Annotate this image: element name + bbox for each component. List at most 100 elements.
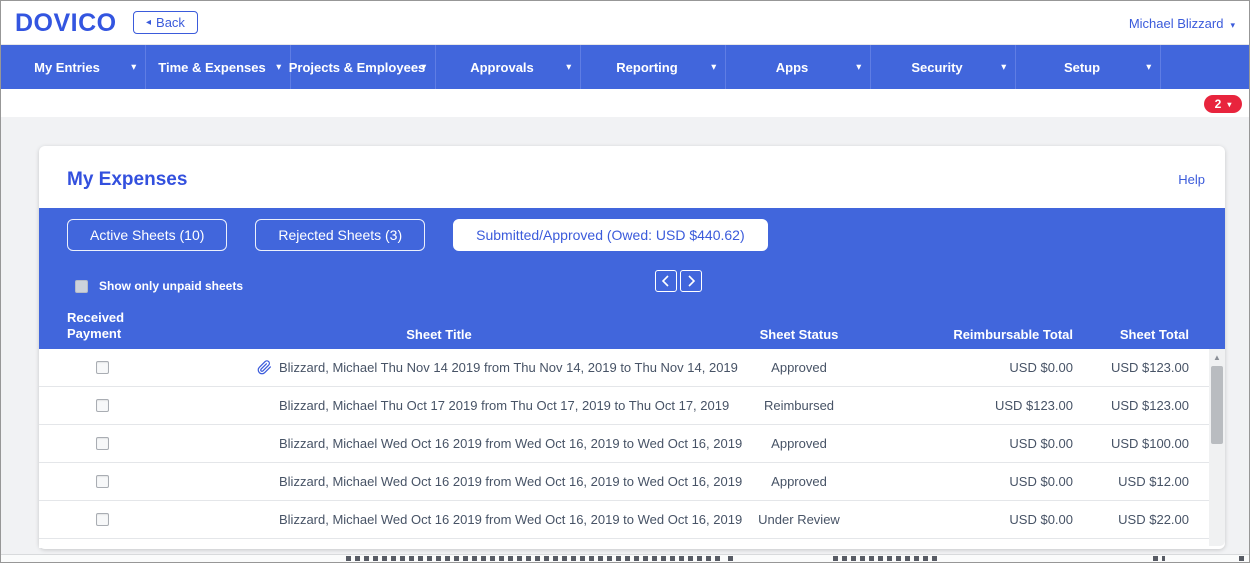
page-title: My Expenses [67,169,188,190]
nav-item[interactable]: Security ▾ [871,45,1016,89]
sheet-title-cell: Blizzard, Michael Wed Oct 16 2019 from W… [189,474,742,490]
sheet-total: USD $100.00 [1110,436,1189,451]
sheet-total: USD $12.00 [1118,474,1189,489]
sub-header-strip [1,89,1249,117]
show-only-unpaid-label: Show only unpaid sheets [99,279,244,293]
table-row[interactable]: Blizzard, Michael Wed Oct 16 2019 from W… [39,425,1209,463]
nav-item-label: Projects & Employees [288,59,426,75]
cutoff-text-fragment [346,556,721,561]
paperclip-icon [257,360,273,376]
notification-count: 2 [1214,97,1222,111]
show-only-unpaid-checkbox[interactable] [75,279,88,293]
sheet-title-cell: Blizzard, Michael Wed Oct 16 2019 from W… [189,512,742,528]
unpaid-filter[interactable]: Show only unpaid sheets [75,279,243,293]
reimbursable-total: USD $0.00 [1009,512,1073,527]
nav-item[interactable]: Reporting ▾ [581,45,726,89]
help-link[interactable]: Help [1178,172,1205,187]
card-header: My Expenses Help [39,146,1225,208]
sheet-status: Approved [771,474,827,489]
chevron-down-icon: ▾ [131,61,136,72]
sheet-total: USD $123.00 [1110,360,1189,375]
chevron-down-icon: ▾ [276,61,281,72]
sheet-title-cell: Blizzard, Michael Thu Oct 17 2019 from T… [189,398,729,414]
nav-item[interactable]: Time & Expenses ▾ [146,45,291,89]
chevron-down-icon: ▾ [1146,61,1151,72]
received-payment-checkbox[interactable] [96,399,109,412]
nav-item-label: Reporting [616,59,678,75]
nav-item-label: Time & Expenses [158,59,266,75]
received-payment-cell [39,399,189,412]
back-button[interactable]: ◂ Back [133,11,198,34]
chevron-right-icon [688,275,696,287]
table-row[interactable]: Blizzard, Michael Wed Oct 16 2019 from W… [39,501,1209,539]
chevron-left-icon [661,275,669,287]
partial-row [39,539,1209,548]
received-payment-checkbox[interactable] [96,361,109,374]
user-menu[interactable]: Michael Blizzard ▾ [1129,16,1235,31]
scrollbar-thumb[interactable] [1211,366,1223,444]
nav-item-label: Security [911,59,963,75]
received-payment-checkbox[interactable] [96,513,109,526]
sheet-total: USD $123.00 [1110,398,1189,413]
sheet-title-cell: Blizzard, Michael Thu Nov 14 2019 from T… [189,360,738,376]
sheet-status: Approved [771,436,827,451]
nav-item-label: Setup [1063,59,1101,75]
sheet-title-cell: Blizzard, Michael Wed Oct 16 2019 from W… [189,436,742,452]
sheet-title[interactable]: Blizzard, Michael Wed Oct 16 2019 from W… [279,512,742,527]
nav-item[interactable]: My Entries ▾ [1,45,146,89]
chevron-down-icon: ▾ [1001,61,1006,72]
nav-item[interactable]: Approvals ▾ [436,45,581,89]
received-payment-cell [39,513,189,526]
reimbursable-total: USD $123.00 [994,398,1073,413]
cutoff-text-fragment [1153,556,1165,561]
sheet-status: Reimbursed [763,398,835,413]
column-received-payment: Received Payment [67,309,125,341]
user-name: Michael Blizzard [1128,16,1224,31]
table-scrollbar[interactable]: ▲ [1209,349,1225,546]
table-row[interactable]: Blizzard, Michael Thu Nov 14 2019 from T… [39,349,1209,387]
my-expenses-card: My Expenses Help Active Sheets (10) Reje… [39,146,1225,549]
chevron-down-icon: ▾ [1227,100,1232,109]
sheet-tab-label: Rejected Sheets (3) [278,227,403,243]
cutoff-text-fragment [728,556,736,561]
chevron-down-icon: ▾ [421,61,426,72]
chevron-down-icon: ▾ [566,61,571,72]
sheets-panel: Active Sheets (10) Rejected Sheets (3) S… [39,208,1225,349]
received-payment-checkbox[interactable] [96,475,109,488]
cutoff-text-fragment [833,556,941,561]
nav-item-label: Approvals [470,59,534,75]
sheet-title[interactable]: Blizzard, Michael Thu Oct 17 2019 from T… [279,398,729,413]
received-payment-cell [39,475,189,488]
sheet-tab[interactable]: Rejected Sheets (3) [255,219,426,251]
received-payment-checkbox[interactable] [96,437,109,450]
sheet-title[interactable]: Blizzard, Michael Wed Oct 16 2019 from W… [279,474,742,489]
next-page-button[interactable] [680,270,702,292]
sheet-status: Under Review [758,512,840,527]
table-header: Received Payment Sheet Title Sheet Statu… [39,306,1209,349]
main-navigation: My Entries ▾ Time & Expenses ▾ Projects … [1,45,1249,89]
chevron-down-icon: ▾ [1230,20,1235,30]
sheet-status: Approved [771,360,827,375]
sheet-tab[interactable]: Active Sheets (10) [67,219,228,251]
sheet-tab[interactable]: Submitted/Approved (Owed: USD $440.62) [453,219,768,251]
reimbursable-total: USD $0.00 [1009,360,1073,375]
sheet-title[interactable]: Blizzard, Michael Wed Oct 16 2019 from W… [279,436,742,451]
sheet-table-body: Blizzard, Michael Thu Nov 14 2019 from T… [39,349,1209,548]
sheet-tab-label: Submitted/Approved (Owed: USD $440.62) [476,227,745,243]
nav-item[interactable]: Apps ▾ [726,45,871,89]
nav-item[interactable]: Setup ▾ [1016,45,1161,89]
dovico-logo: DOVICO [15,9,117,37]
notification-badge[interactable]: 2 ▾ [1204,95,1242,113]
table-row[interactable]: Blizzard, Michael Wed Oct 16 2019 from W… [39,463,1209,501]
scroll-up-arrow-icon[interactable]: ▲ [1209,349,1225,365]
pagination [655,270,702,292]
table-row[interactable]: Blizzard, Michael Thu Oct 17 2019 from T… [39,387,1209,425]
column-reimbursable-total: Reimbursable Total [953,327,1073,342]
previous-page-button[interactable] [655,270,677,292]
column-sheet-title: Sheet Title [406,327,472,342]
sheet-title[interactable]: Blizzard, Michael Thu Nov 14 2019 from T… [279,360,738,375]
nav-item[interactable]: Projects & Employees ▾ [288,45,436,89]
top-bar: DOVICO ◂ Back Michael Blizzard ▾ [1,1,1249,45]
cutoff-text-fragment [1239,556,1247,561]
received-payment-cell [39,437,189,450]
